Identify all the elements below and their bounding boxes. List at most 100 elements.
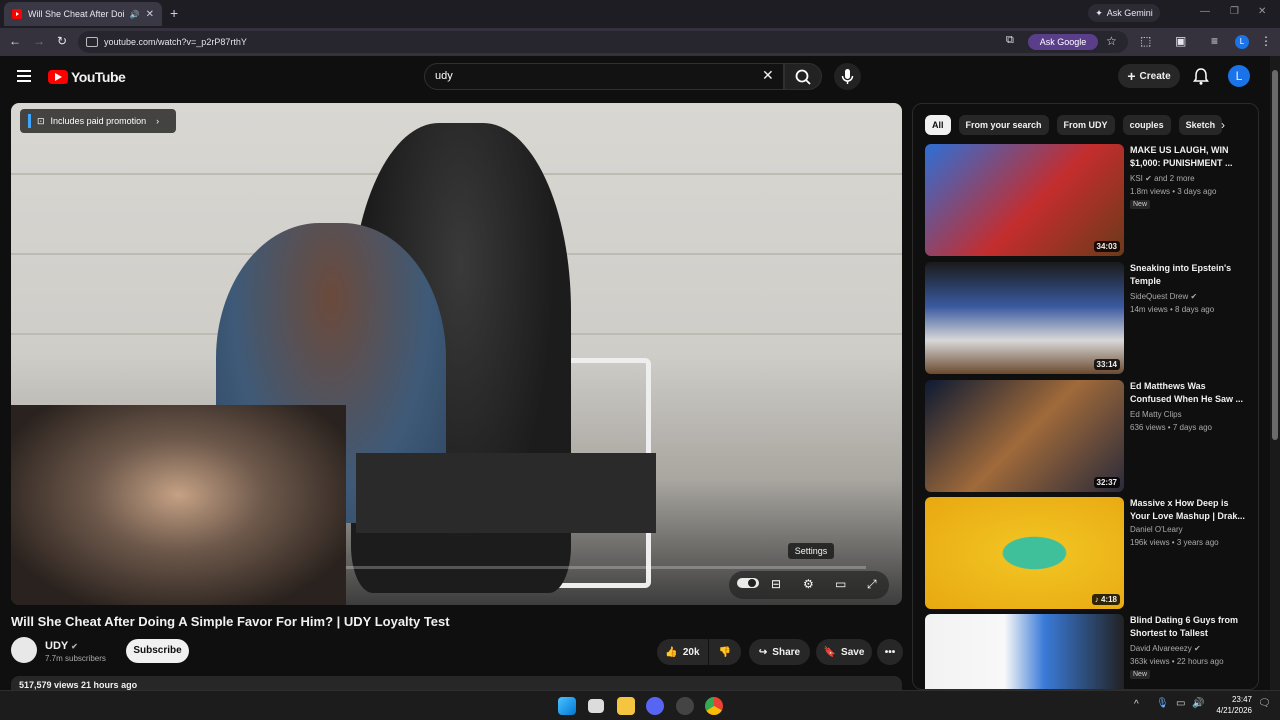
channel-text: KSI bbox=[1130, 174, 1143, 183]
bookmark-star-icon[interactable]: ☆ bbox=[1106, 34, 1117, 48]
video-thumbnail[interactable] bbox=[925, 614, 1124, 689]
description-box[interactable]: 517,579 views 21 hours ago bbox=[11, 676, 902, 690]
channel-name[interactable]: UDY ✔ bbox=[45, 640, 78, 652]
reload-icon[interactable]: ↻ bbox=[57, 34, 67, 48]
chip-from-your-search[interactable]: From your search bbox=[958, 115, 1049, 135]
site-info-icon[interactable] bbox=[86, 37, 98, 47]
tray-mic-icon[interactable]: 🎙 bbox=[1156, 698, 1169, 709]
recommendation-title[interactable]: Blind Dating 6 Guys from Shortest to Tal… bbox=[1130, 614, 1246, 640]
chip-from-udy[interactable]: From UDY bbox=[1056, 115, 1115, 135]
recommendation-item[interactable]: Blind Dating 6 Guys from Shortest to Tal… bbox=[925, 614, 1246, 689]
like-button[interactable]: 👍 20k bbox=[657, 639, 708, 665]
search-input[interactable]: udy bbox=[424, 63, 784, 90]
paid-promotion-badge[interactable]: ⊡ Includes paid promotion › bbox=[20, 109, 176, 133]
recommendation-channel[interactable]: Ed Matty Clips bbox=[1130, 410, 1182, 419]
clear-search-icon[interactable]: ✕ bbox=[762, 67, 774, 84]
new-tab-button[interactable]: + bbox=[170, 5, 178, 21]
speaker-icon[interactable]: 🔊 bbox=[130, 10, 140, 19]
back-icon[interactable]: ← bbox=[9, 34, 21, 48]
share-label: Share bbox=[772, 646, 801, 658]
chip-all[interactable]: All bbox=[925, 115, 951, 135]
recommendation-item[interactable]: ♪ 4:18 Massive x How Deep is Your Love M… bbox=[925, 497, 1245, 609]
recommendation-title[interactable]: Sneaking into Epstein's Temple bbox=[1130, 262, 1246, 288]
new-badge: New bbox=[1130, 200, 1151, 209]
recommendation-title[interactable]: Massive x How Deep is Your Love Mashup |… bbox=[1130, 497, 1246, 523]
search-button[interactable] bbox=[784, 63, 822, 90]
save-label: Save bbox=[841, 646, 865, 658]
ask-google-button[interactable]: Ask Google bbox=[1028, 34, 1098, 50]
theater-mode-icon[interactable]: ▭ bbox=[835, 577, 846, 591]
video-thumbnail[interactable]: 33:14 bbox=[925, 262, 1124, 374]
tray-overflow-icon[interactable]: ^ bbox=[1134, 699, 1139, 710]
recommendation-item[interactable]: 33:14 Sneaking into Epstein's Temple Sid… bbox=[925, 262, 1245, 374]
volume-icon[interactable]: 🔊 bbox=[1192, 698, 1204, 709]
browser-profile-avatar[interactable]: L bbox=[1235, 35, 1249, 49]
extensions-icon[interactable]: ⬚ bbox=[1140, 34, 1151, 48]
video-thumbnail[interactable]: 34:03 bbox=[925, 144, 1124, 256]
voice-search-button[interactable] bbox=[834, 63, 861, 90]
recommendation-channel[interactable]: Daniel O'Leary bbox=[1130, 525, 1183, 534]
guide-menu-icon[interactable] bbox=[17, 70, 31, 82]
forward-icon[interactable]: → bbox=[33, 34, 45, 48]
chevron-right-icon[interactable]: › bbox=[1221, 118, 1225, 132]
recommendation-channel[interactable]: David Alvareeezy ✔ bbox=[1130, 644, 1201, 653]
recommendation-meta: 636 views • 7 days ago bbox=[1130, 423, 1212, 432]
chip-couples[interactable]: couples bbox=[1122, 115, 1171, 135]
verified-badge-icon: ✔ bbox=[1194, 644, 1201, 653]
page-scrollbar[interactable] bbox=[1270, 56, 1280, 690]
youtube-logo[interactable]: YouTube bbox=[48, 69, 126, 85]
chrome-icon[interactable] bbox=[705, 697, 723, 715]
minimize-icon[interactable]: — bbox=[1200, 6, 1210, 17]
ask-gemini-label: Ask Gemini bbox=[1106, 8, 1153, 18]
discord-icon[interactable] bbox=[646, 697, 664, 715]
notifications-icon[interactable]: 🗨 bbox=[1258, 698, 1271, 709]
more-actions-icon[interactable]: ••• bbox=[877, 639, 903, 665]
ask-gemini-button[interactable]: ✦ Ask Gemini bbox=[1088, 4, 1160, 22]
video-thumbnail[interactable]: 32:37 bbox=[925, 380, 1124, 492]
settings-gear-icon[interactable]: ⚙ bbox=[803, 577, 814, 591]
media-controls-icon[interactable]: ≡ bbox=[1211, 34, 1218, 48]
dislike-button[interactable]: 👎 bbox=[709, 639, 741, 665]
file-explorer-icon[interactable] bbox=[617, 697, 635, 715]
side-panel-icon[interactable]: ▣ bbox=[1175, 34, 1186, 48]
window-close-icon[interactable]: ✕ bbox=[1258, 6, 1266, 17]
recommendation-item[interactable]: 32:37 Ed Matthews Was Confused When He S… bbox=[925, 380, 1245, 492]
chrome-dark-icon[interactable] bbox=[676, 697, 694, 715]
thumbs-down-icon: 👎 bbox=[718, 646, 732, 658]
recommendation-channel[interactable]: KSI ✔ and 2 more bbox=[1130, 174, 1195, 183]
address-bar[interactable]: youtube.com/watch?v=_p2rP87rthY bbox=[78, 31, 1128, 53]
network-icon[interactable]: ▭ bbox=[1176, 698, 1185, 709]
thumbs-up-icon: 👍 bbox=[665, 646, 678, 658]
video-player[interactable]: ⊡ Includes paid promotion › Settings ⊟ ⚙… bbox=[11, 103, 902, 605]
channel-avatar[interactable] bbox=[11, 637, 37, 663]
browser-menu-icon[interactable]: ⋮ bbox=[1260, 34, 1272, 48]
create-button[interactable]: + Create bbox=[1118, 64, 1180, 88]
install-app-icon[interactable]: ⧉ bbox=[1006, 34, 1014, 47]
subtitles-icon[interactable]: ⊟ bbox=[771, 577, 781, 591]
chip-sketch[interactable]: Sketch bbox=[1178, 115, 1223, 135]
browser-tab-active[interactable]: Will She Cheat After Doing 🔊 ✕ bbox=[4, 2, 162, 26]
channel-text: David Alvareeezy bbox=[1130, 644, 1192, 653]
autoplay-toggle-icon[interactable] bbox=[737, 577, 759, 592]
video-thumbnail[interactable]: ♪ 4:18 bbox=[925, 497, 1124, 609]
notifications-bell-icon[interactable] bbox=[1193, 68, 1209, 90]
subscribe-button[interactable]: Subscribe bbox=[126, 639, 189, 663]
windows-start-icon[interactable] bbox=[558, 697, 576, 715]
close-tab-icon[interactable]: ✕ bbox=[146, 9, 154, 20]
search-icon bbox=[795, 69, 811, 85]
save-button[interactable]: 🔖 Save bbox=[816, 639, 872, 665]
task-view-icon[interactable] bbox=[588, 699, 604, 713]
recommendation-item[interactable]: 34:03 MAKE US LAUGH, WIN $1,000: PUNISHM… bbox=[925, 144, 1245, 256]
system-clock[interactable]: 23:47 4/21/2026 bbox=[1216, 694, 1252, 716]
share-button[interactable]: ↪ Share bbox=[749, 639, 810, 665]
recommendation-channel[interactable]: SideQuest Drew ✔ bbox=[1130, 292, 1197, 301]
recommendation-title[interactable]: MAKE US LAUGH, WIN $1,000: PUNISHMENT ..… bbox=[1130, 144, 1246, 170]
fullscreen-icon[interactable]: ⤢ bbox=[867, 577, 877, 592]
channel-name-text: UDY bbox=[45, 640, 69, 652]
maximize-icon[interactable]: ❐ bbox=[1230, 6, 1239, 17]
account-avatar[interactable]: L bbox=[1228, 65, 1250, 87]
progress-bar[interactable] bbox=[346, 566, 866, 569]
scrollbar-thumb[interactable] bbox=[1272, 70, 1278, 440]
recommendation-title[interactable]: Ed Matthews Was Confused When He Saw ... bbox=[1130, 380, 1246, 406]
filter-chips: All From your search From UDY couples Sk… bbox=[925, 115, 1223, 135]
